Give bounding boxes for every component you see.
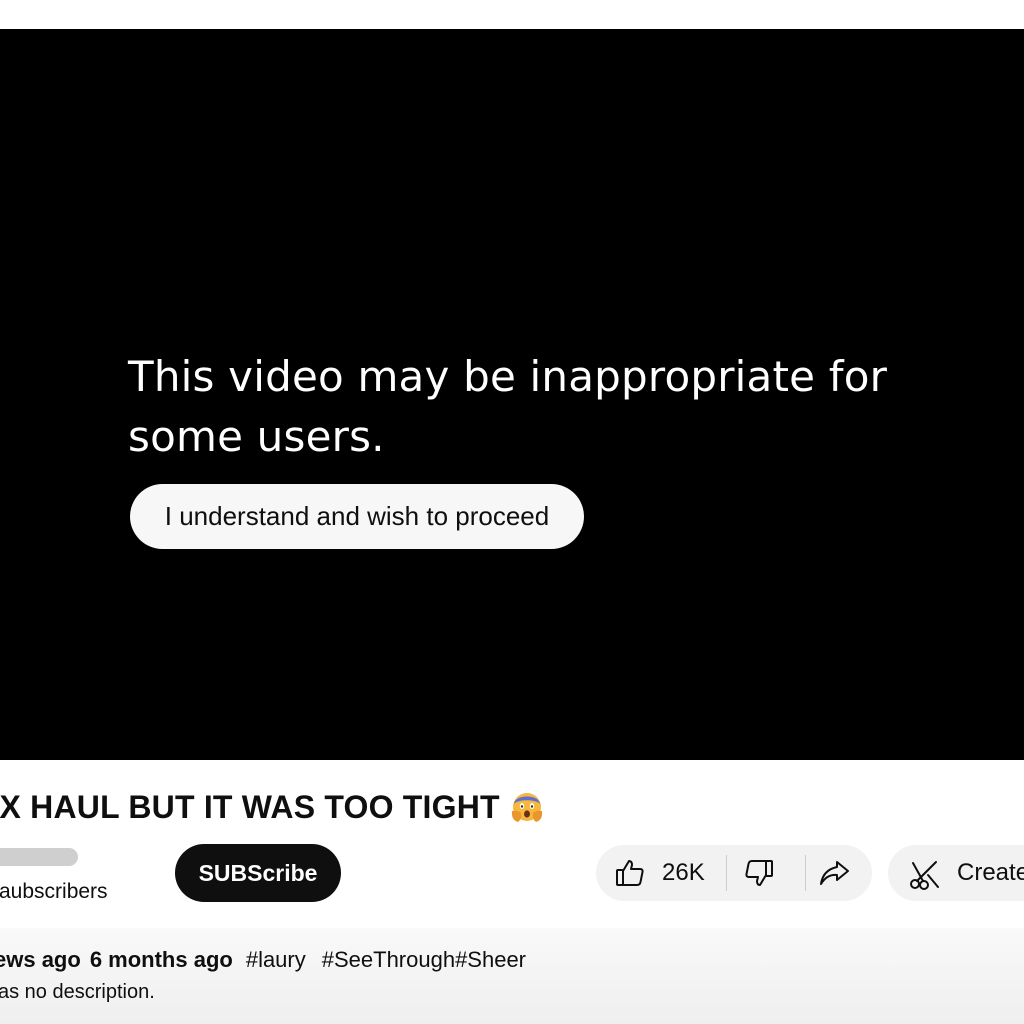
scissors-icon (910, 861, 939, 890)
create-label: Create (957, 859, 1024, 886)
subscribe-button[interactable]: SUBScribe (175, 844, 341, 902)
like-dislike-share-group: 26K (596, 845, 872, 901)
video-metadata: ews ago 6 months ago #laury #SeeThrough#She… (0, 945, 526, 975)
share-button[interactable] (806, 845, 872, 901)
view-count: ews ago (0, 947, 81, 972)
create-button[interactable]: Create (888, 845, 1024, 901)
face-with-hands-over-mouth-emoji-icon (511, 793, 542, 822)
channel-name-placeholder[interactable] (0, 848, 78, 866)
video-title: EX HAUL BUT IT WAS TOO TIGHT (0, 786, 544, 828)
hashtag-link[interactable]: #laury (246, 947, 306, 972)
description-text: as no description. (0, 981, 155, 1003)
share-arrow-icon (820, 861, 849, 885)
dislike-button[interactable] (727, 845, 805, 901)
thumbs-up-icon (616, 860, 644, 886)
watch-page: This video may be inappropriate for some… (0, 0, 1024, 1024)
subscriber-count: aubscribers (0, 880, 108, 903)
proceed-button[interactable]: I understand and wish to proceed (130, 484, 584, 549)
thumbs-down-icon (745, 860, 773, 886)
like-count: 26K (662, 859, 705, 886)
content-warning-message: This video may be inappropriate for some… (128, 352, 888, 461)
like-button[interactable]: 26K (596, 845, 726, 901)
hashtag-link[interactable]: #SeeThrough#Sheer (322, 947, 526, 972)
video-player[interactable]: This video may be inappropriate for some… (0, 29, 1024, 760)
description-box[interactable] (0, 928, 1024, 1024)
upload-date: 6 months ago (89, 947, 233, 972)
video-title-text: EX HAUL BUT IT WAS TOO TIGHT (0, 789, 500, 825)
